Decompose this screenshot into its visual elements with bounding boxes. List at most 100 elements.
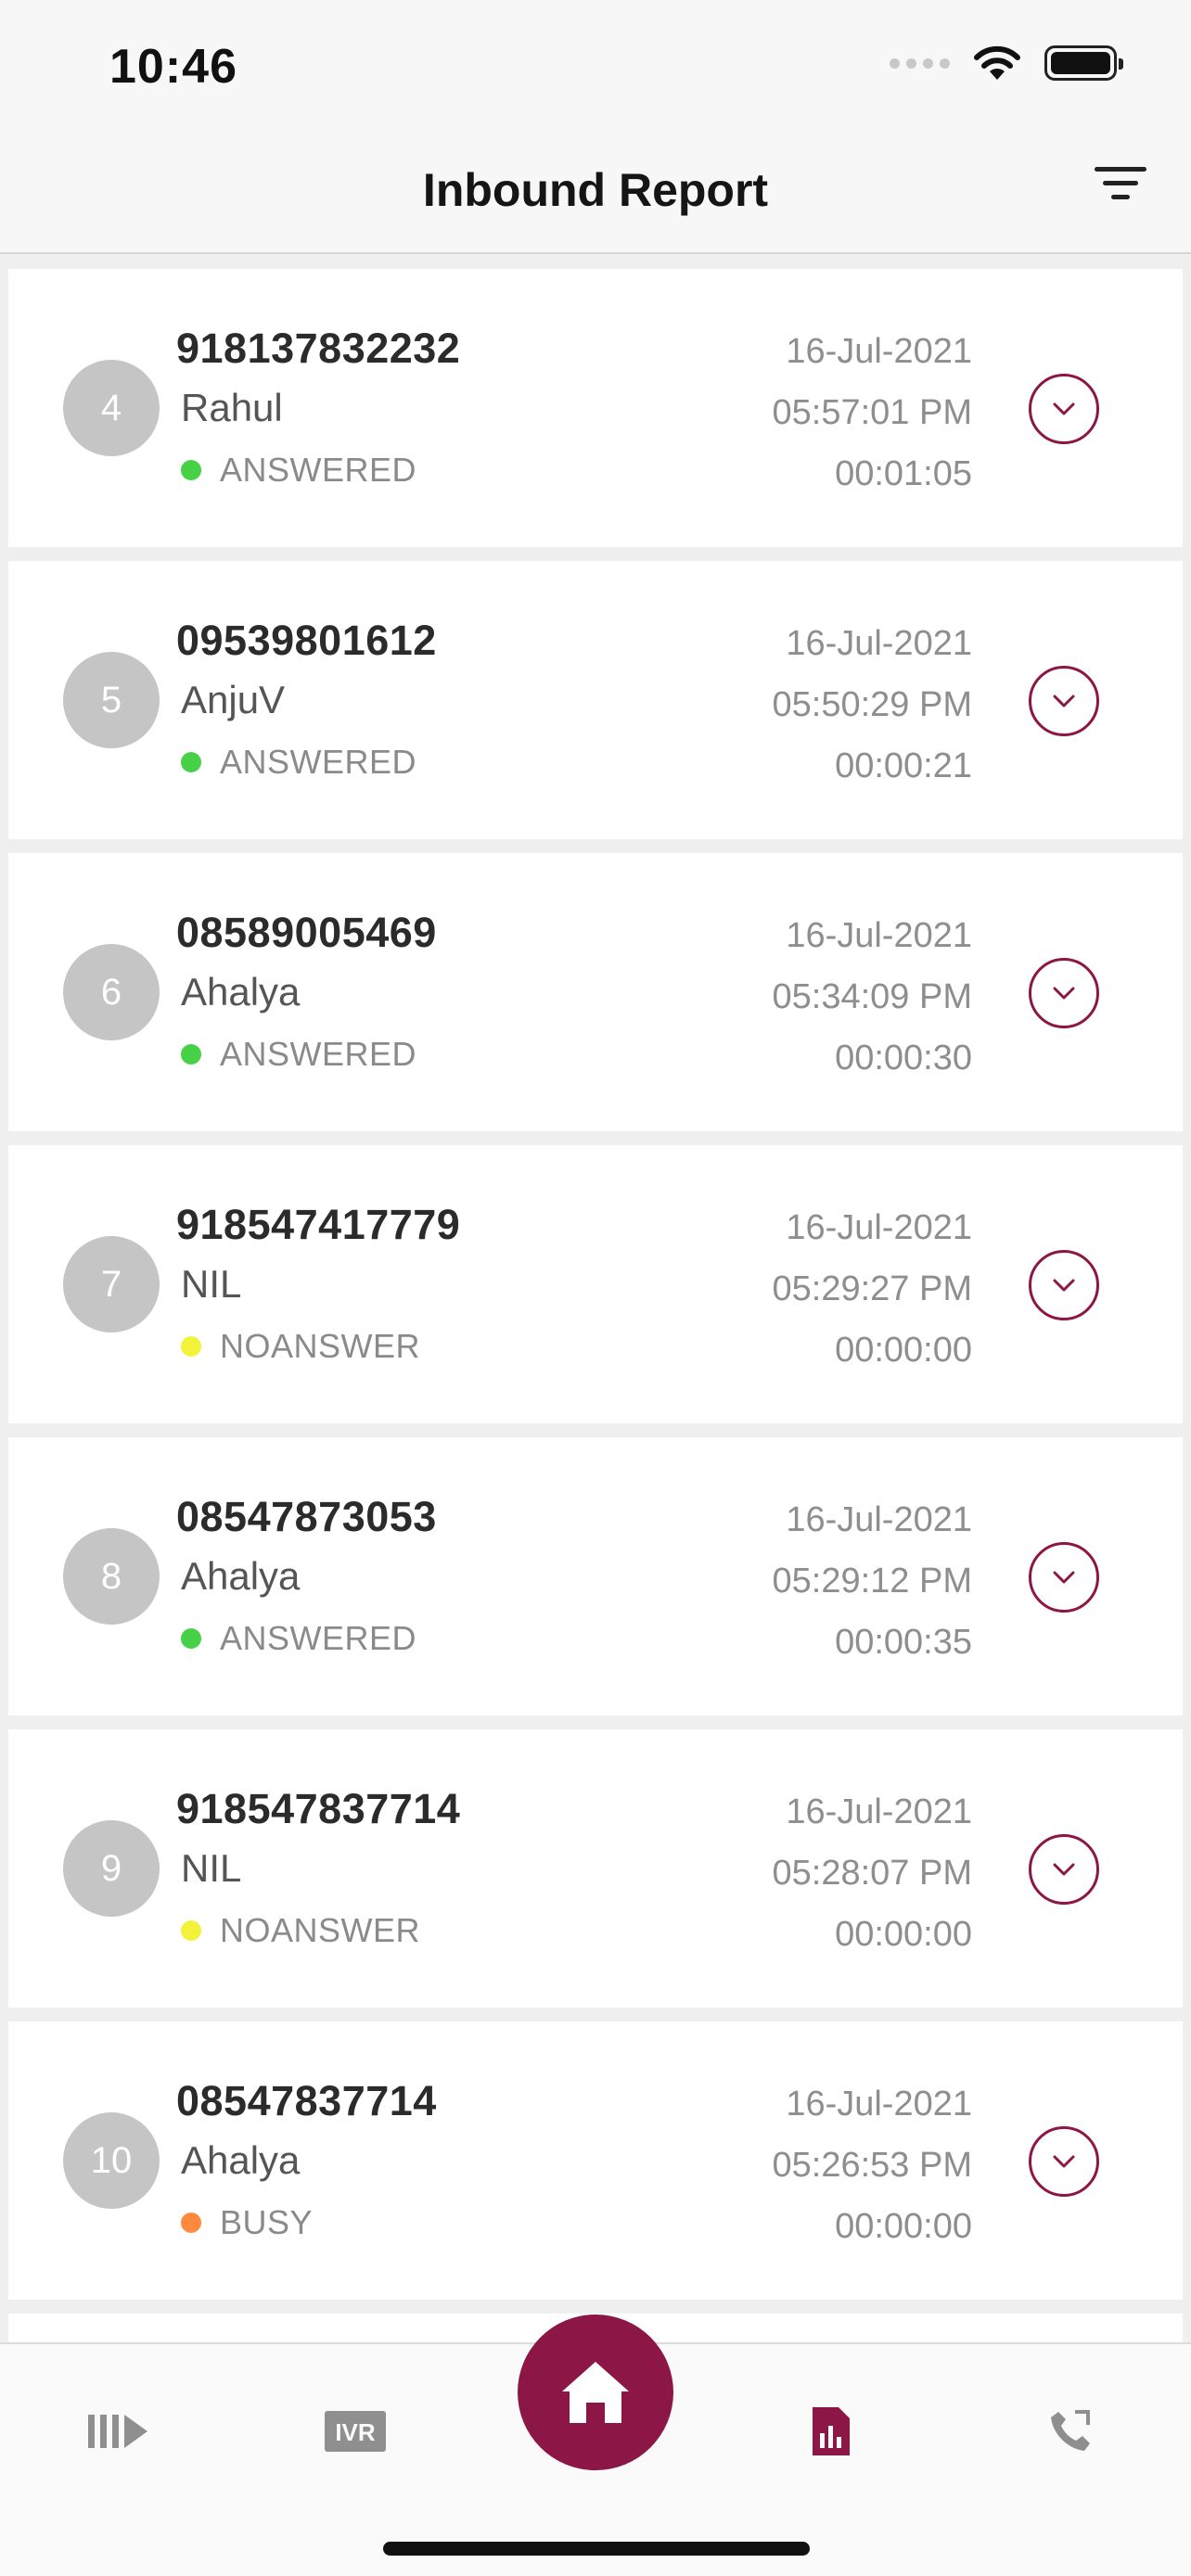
expand-button[interactable] [1029,374,1099,444]
status-dot-icon [181,1336,201,1357]
call-status: NOANSWER [181,1911,420,1950]
nav-report[interactable] [794,2394,868,2468]
chevron-down-icon [1053,402,1075,415]
caller-number: 08547873053 [176,1493,437,1540]
call-meta: 16-Jul-2021 05:50:29 PM 00:00:21 [773,613,972,797]
call-duration: 00:00:00 [835,1915,972,1954]
call-status: NOANSWER [181,1327,420,1366]
nav-queue[interactable] [82,2394,156,2468]
ivr-icon: IVR [325,2411,386,2452]
call-card[interactable]: 8 08547873053 Ahalya ANSWERED 16-Jul-202… [8,1437,1183,1715]
call-time: 05:57:01 PM [772,393,972,432]
chevron-down-icon [1053,1863,1075,1876]
status-text: ANSWERED [220,1619,417,1657]
call-duration: 00:01:05 [835,454,972,493]
page-title: Inbound Report [422,164,769,216]
status-text: ANSWERED [220,743,417,781]
caller-number: 09539801612 [176,617,437,664]
status-dot-icon [181,1628,201,1649]
call-time: 05:29:12 PM [772,1562,972,1600]
top-bar: 10:46 Inbound Report [0,0,1191,254]
status-time: 10:46 [109,40,237,94]
call-index: 6 [100,971,122,1013]
call-index-avatar: 8 [63,1528,160,1625]
status-dot-icon [181,752,201,772]
agent-name: NIL [181,1846,242,1890]
chevron-down-icon [1053,695,1075,708]
report-icon [813,2407,850,2455]
expand-button[interactable] [1029,1542,1099,1613]
call-meta: 16-Jul-2021 05:29:12 PM 00:00:35 [773,1489,972,1673]
call-status: ANSWERED [181,1035,416,1074]
filter-button[interactable] [1095,167,1146,213]
agent-name: Ahalya [181,1554,301,1598]
home-icon [562,2362,629,2423]
call-date: 16-Jul-2021 [786,1208,972,1247]
call-date: 16-Jul-2021 [786,2085,972,2123]
call-index-avatar: 7 [63,1236,160,1333]
home-indicator [383,2542,810,2556]
expand-button[interactable] [1029,1250,1099,1320]
svg-text:IVR: IVR [335,2418,376,2446]
call-time: 05:50:29 PM [772,685,972,724]
call-card[interactable]: 6 08589005469 Ahalya ANSWERED 16-Jul-202… [8,853,1183,1131]
status-text: NOANSWER [220,1327,421,1365]
caller-number: 918137832232 [176,325,461,372]
status-text: BUSY [220,2203,314,2241]
call-meta: 16-Jul-2021 05:29:27 PM 00:00:00 [773,1197,972,1381]
queue-play-icon [88,2415,147,2448]
agent-name: Ahalya [181,970,301,1014]
chevron-down-icon [1053,2155,1075,2168]
agent-name: Rahul [181,386,283,429]
call-date: 16-Jul-2021 [786,1500,972,1539]
status-dot-icon [181,1920,201,1941]
call-card[interactable]: 10 08547837714 Ahalya BUSY 16-Jul-2021 0… [8,2021,1183,2300]
call-card[interactable]: 5 09539801612 AnjuV ANSWERED 16-Jul-2021… [8,561,1183,839]
call-status: ANSWERED [181,743,416,782]
call-index: 9 [100,1847,122,1889]
wifi-icon [974,45,1020,80]
call-status: ANSWERED [181,1619,416,1658]
call-log-icon [1051,2410,1090,2451]
status-text: ANSWERED [220,1035,417,1073]
expand-button[interactable] [1029,2126,1099,2197]
signal-icon [890,57,950,69]
filter-icon [1095,167,1146,172]
call-duration: 00:00:00 [835,2207,972,2246]
status-dot-icon [181,460,201,480]
nav-ivr[interactable]: IVR [318,2394,392,2468]
expand-button[interactable] [1029,1834,1099,1905]
expand-button[interactable] [1029,666,1099,736]
agent-name: NIL [181,1262,242,1306]
nav-call-log[interactable] [1033,2394,1108,2468]
call-index-avatar: 9 [63,1820,160,1917]
call-card[interactable]: 9 918547837714 NIL NOANSWER 16-Jul-2021 … [8,1729,1183,2008]
call-status: BUSY [181,2203,313,2242]
home-button[interactable] [518,2315,673,2470]
battery-icon [1044,45,1123,81]
call-duration: 00:00:30 [835,1039,972,1078]
filter-icon-line [1111,195,1130,199]
call-meta: 16-Jul-2021 05:57:01 PM 00:01:05 [773,321,972,504]
call-duration: 00:00:00 [835,1331,972,1370]
call-status: ANSWERED [181,451,416,490]
call-card[interactable]: 4 918137832232 Rahul ANSWERED 16-Jul-202… [8,269,1183,547]
filter-icon-line [1103,181,1138,185]
status-dot-icon [181,2213,201,2233]
call-duration: 00:00:35 [835,1623,972,1662]
agent-name: AnjuV [181,678,286,721]
expand-button[interactable] [1029,958,1099,1028]
call-index-avatar: 6 [63,944,160,1040]
call-meta: 16-Jul-2021 05:34:09 PM 00:00:30 [773,905,972,1089]
caller-number: 08589005469 [176,909,437,956]
caller-number: 08547837714 [176,2077,437,2124]
call-time: 05:34:09 PM [772,977,972,1016]
call-index: 8 [100,1555,122,1597]
call-duration: 00:00:21 [835,746,972,785]
call-time: 05:28:07 PM [772,1854,972,1893]
call-card[interactable]: 7 918547417779 NIL NOANSWER 16-Jul-2021 … [8,1145,1183,1423]
call-index: 5 [100,679,122,721]
call-date: 16-Jul-2021 [786,916,972,955]
call-index-avatar: 10 [63,2112,160,2209]
status-dot-icon [181,1044,201,1065]
